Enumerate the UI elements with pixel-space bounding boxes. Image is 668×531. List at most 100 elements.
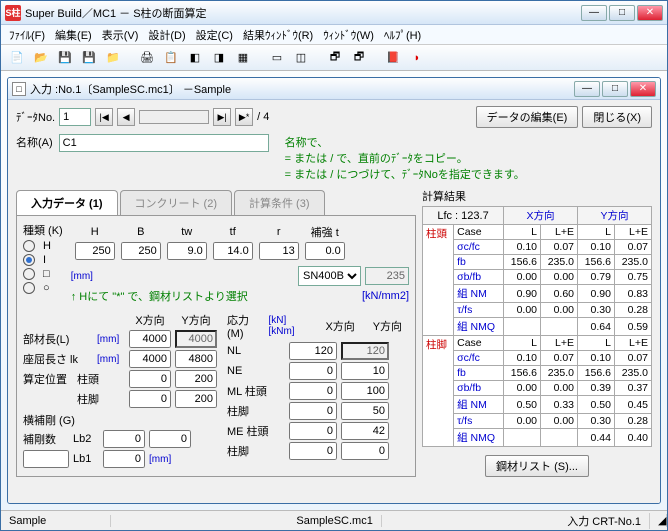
tb-help[interactable]: 📕: [383, 48, 403, 68]
hogo-count[interactable]: [23, 450, 69, 468]
radio-h[interactable]: [23, 240, 35, 252]
window-title: Super Build／MC1 － S柱の断面算定: [25, 5, 581, 21]
name-label: 名称(A): [16, 134, 53, 150]
close-child-button[interactable]: 閉じる(X): [582, 106, 652, 128]
zakutsu-y[interactable]: [175, 350, 217, 368]
stress-ML 柱頭-x[interactable]: [289, 382, 337, 400]
size-r[interactable]: [259, 242, 299, 260]
titlebar[interactable]: S柱 Super Build／MC1 － S柱の断面算定 — □ ✕: [1, 1, 667, 25]
santei-bot-x[interactable]: [129, 390, 171, 408]
size-h[interactable]: [75, 242, 115, 260]
stress-柱脚-x[interactable]: [289, 402, 337, 420]
name-input[interactable]: [59, 134, 269, 152]
tb-a[interactable]: ◧: [185, 48, 205, 68]
tb-e[interactable]: ◫: [291, 48, 311, 68]
mm-unit: [mm]: [71, 271, 93, 282]
tb-save[interactable]: 💾: [55, 48, 75, 68]
nav-last[interactable]: ▶*: [235, 108, 253, 126]
close-button[interactable]: ✕: [637, 5, 663, 21]
yokohogo-label: 横補剛 (G): [23, 412, 217, 428]
santei-bot-y[interactable]: [175, 390, 217, 408]
tb-g[interactable]: 🗗: [349, 48, 369, 68]
stress-柱脚-x[interactable]: [289, 442, 337, 460]
toolbar: 📄 📂 💾 💾 📁 🖨 📋 ◧ ◨ ▦ ▭ ◫ 🗗 🗗 📕 ◗: [1, 45, 667, 71]
santei-top-y[interactable]: [175, 370, 217, 388]
hogo-n2[interactable]: [103, 430, 145, 448]
radio-circle[interactable]: [23, 282, 35, 294]
tb-new[interactable]: 📄: [7, 48, 27, 68]
stress-ML 柱頭-y[interactable]: [341, 382, 389, 400]
status-1: Sample: [1, 515, 111, 527]
size-tw[interactable]: [167, 242, 207, 260]
child-maximize[interactable]: □: [602, 81, 628, 97]
menubar: ﾌｧｲﾙ(F) 編集(E) 表示(V) 設計(D) 設定(C) 結果ｳｨﾝﾄﾞｳ…: [1, 25, 667, 45]
data-total: / 4: [257, 111, 269, 123]
tab-calc[interactable]: 計算条件 (3): [234, 190, 325, 215]
tab-input[interactable]: 入力データ (1): [16, 190, 118, 215]
menu-design[interactable]: 設計(D): [148, 27, 185, 43]
stress-柱脚-y[interactable]: [341, 402, 389, 420]
child-minimize[interactable]: —: [574, 81, 600, 97]
menu-window[interactable]: ｳｨﾝﾄﾞｳ(W): [323, 27, 374, 43]
stress-NE-x[interactable]: [289, 362, 337, 380]
size-b[interactable]: [121, 242, 161, 260]
status-2: SampleSC.mc1: [288, 515, 381, 527]
menu-view[interactable]: 表示(V): [102, 27, 139, 43]
hogo-l2[interactable]: [149, 430, 191, 448]
nav-prev[interactable]: ◀: [117, 108, 135, 126]
stress-NE-y[interactable]: [341, 362, 389, 380]
stress-NL-y: [341, 342, 389, 360]
menu-results[interactable]: 結果ｳｨﾝﾄﾞｳ(R): [243, 27, 313, 43]
steel-list-button[interactable]: 鋼材リスト (S)...: [485, 455, 589, 477]
menu-help[interactable]: ﾍﾙﾌﾟ(H): [384, 27, 421, 43]
tb-saveas[interactable]: 💾: [79, 48, 99, 68]
radio-i[interactable]: [23, 254, 35, 266]
maximize-button[interactable]: □: [609, 5, 635, 21]
menu-edit[interactable]: 編集(E): [55, 27, 92, 43]
santei-label: 算定位置: [23, 371, 73, 387]
hint-2: = または / で、直前のﾃﾞｰﾀをコピー。: [285, 150, 525, 166]
child-titlebar[interactable]: □ 入力 :No.1〔SampleSC.mc1〕 －Sample — □ ✕: [8, 78, 660, 100]
santei-top-x[interactable]: [129, 370, 171, 388]
tab-concrete[interactable]: コンクリート (2): [120, 190, 233, 215]
hogo-n1[interactable]: [103, 450, 145, 468]
tab-body: 種類 (K) H I □ ○ H B tw tf: [16, 216, 416, 477]
tb-d[interactable]: ▭: [267, 48, 287, 68]
menu-file[interactable]: ﾌｧｲﾙ(F): [9, 27, 45, 43]
steel-select[interactable]: SN400B: [298, 266, 361, 286]
zakutsu-label: 座屈長さ lk: [23, 351, 93, 367]
main-window: S柱 Super Build／MC1 － S柱の断面算定 — □ ✕ ﾌｧｲﾙ(…: [0, 0, 668, 531]
nav-slider[interactable]: [139, 110, 209, 124]
data-no-input[interactable]: [59, 108, 91, 126]
stress-柱脚-y[interactable]: [341, 442, 389, 460]
size-t[interactable]: [305, 242, 345, 260]
child-close[interactable]: ✕: [630, 81, 656, 97]
size-tf[interactable]: [213, 242, 253, 260]
tb-b[interactable]: ◨: [209, 48, 229, 68]
tabs: 入力データ (1) コンクリート (2) 計算条件 (3): [16, 190, 416, 216]
child-title: 入力 :No.1〔SampleSC.mc1〕 －Sample: [30, 81, 574, 97]
tb-exit[interactable]: ◗: [407, 48, 427, 68]
stress-ME 柱頭-x[interactable]: [289, 422, 337, 440]
results-table: Lfc : 123.7 X方向 Y方向 柱頭CaseLL+ELL+Eσc/fc0…: [422, 206, 652, 447]
tb-folder[interactable]: 📁: [103, 48, 123, 68]
zakutsu-x[interactable]: [129, 350, 171, 368]
nav-next[interactable]: ▶|: [213, 108, 231, 126]
status-3: 入力 CRT-No.1: [559, 513, 650, 529]
minimize-button[interactable]: —: [581, 5, 607, 21]
tb-copy[interactable]: 📋: [161, 48, 181, 68]
results-title: 計算結果: [422, 188, 652, 204]
radio-box[interactable]: [23, 268, 35, 280]
memlen-x[interactable]: [129, 330, 171, 348]
nav-first[interactable]: |◀: [95, 108, 113, 126]
stress-ME 柱頭-y[interactable]: [341, 422, 389, 440]
app-icon: S柱: [5, 5, 21, 21]
tb-f[interactable]: 🗗: [325, 48, 345, 68]
menu-settings[interactable]: 設定(C): [196, 27, 233, 43]
tb-c[interactable]: ▦: [233, 48, 253, 68]
hint-3: = または / につづけて、ﾃﾞｰﾀNoを指定できます。: [285, 166, 525, 182]
edit-data-button[interactable]: データの編集(E): [476, 106, 579, 128]
stress-NL-x[interactable]: [289, 342, 337, 360]
tb-print[interactable]: 🖨: [137, 48, 157, 68]
tb-open[interactable]: 📂: [31, 48, 51, 68]
